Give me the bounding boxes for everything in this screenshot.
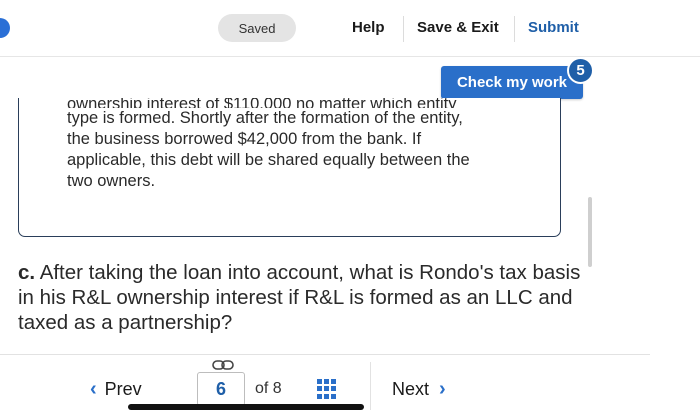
submit-link[interactable]: Submit [528,19,579,36]
scenario-text: ownership interest of $110,000 no matter… [67,98,517,192]
help-link[interactable]: Help [352,19,385,36]
saved-status: Saved [218,14,296,42]
scenario-cut-line: ownership interest of $110,000 no matter… [67,98,457,108]
next-button[interactable]: Next › [392,378,446,401]
chevron-left-icon: ‹ [90,378,97,400]
scenario-line: two owners. [67,172,156,190]
divider [403,16,404,42]
grid-icon[interactable] [317,379,337,399]
bottom-divider [0,354,650,355]
home-indicator [128,404,364,410]
chevron-right-icon: › [439,378,446,400]
prev-label: Prev [104,379,142,399]
scenario-line: type is formed. Shortly after the format… [67,109,463,127]
top-bar: Saved Help Save & Exit Submit [0,0,700,57]
question-body: After taking the loan into account, what… [18,261,581,334]
question-letter: c. [18,261,36,284]
page-total: of 8 [255,380,282,397]
link-icon [212,360,234,370]
question-text: c. After taking the loan into account, w… [18,260,598,335]
prev-button[interactable]: ‹ Prev [90,378,142,401]
scrollbar[interactable] [588,197,592,267]
scenario-line: the business borrowed $42,000 from the b… [67,130,422,148]
divider [370,362,371,410]
check-count-badge: 5 [567,57,594,84]
check-my-work-button[interactable]: Check my work [441,66,583,99]
divider [514,16,515,42]
left-edge-badge [0,18,10,38]
save-exit-link[interactable]: Save & Exit [417,19,499,36]
page-number-input[interactable]: 6 [197,372,245,406]
scenario-line: applicable, this debt will be shared equ… [67,151,470,169]
scenario-panel: ownership interest of $110,000 no matter… [18,98,561,237]
next-label: Next [392,379,430,399]
